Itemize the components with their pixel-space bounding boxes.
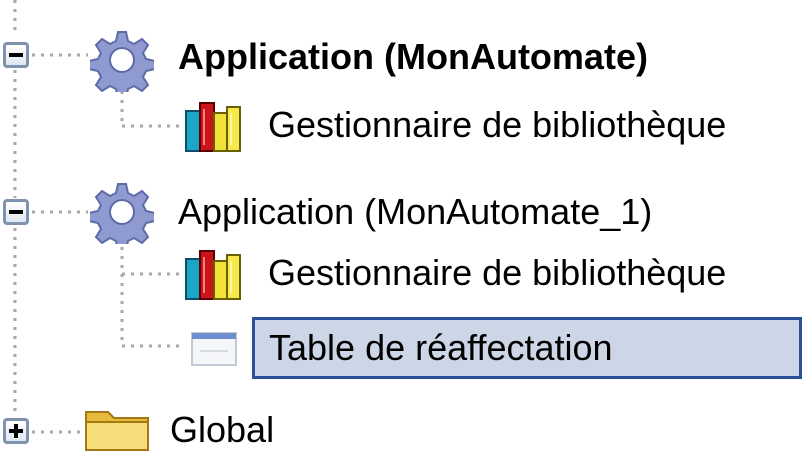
tree-node-library-manager[interactable]: Gestionnaire de bibliothèque: [0, 95, 760, 155]
collapse-button[interactable]: [3, 42, 29, 68]
collapse-button[interactable]: [3, 199, 29, 225]
tree-node-remap-table[interactable]: Table de réaffectation: [0, 315, 802, 379]
gear-icon: [88, 28, 156, 99]
tree-node-global[interactable]: Global: [0, 400, 400, 460]
folder-icon: [82, 402, 154, 459]
tree-node-label: Application (MonAutomate): [178, 36, 648, 77]
expand-button[interactable]: [3, 418, 29, 444]
tree-node-application-monautomate-1[interactable]: Application (MonAutomate_1): [0, 182, 700, 251]
tree-node-label: Table de réaffectation: [252, 317, 802, 379]
project-tree: Application (MonAutomate) Gestionnaire d…: [0, 0, 802, 455]
tree-node-library-manager[interactable]: Gestionnaire de bibliothèque: [0, 245, 760, 305]
tree-node-label: Application (MonAutomate_1): [178, 191, 653, 232]
tree-node-application-monautomate[interactable]: Application (MonAutomate): [0, 25, 700, 99]
tree-node-label: Global: [170, 409, 275, 450]
library-books-icon: [182, 245, 246, 310]
gear-icon: [88, 180, 156, 251]
table-icon: [190, 329, 240, 374]
tree-node-label: Gestionnaire de bibliothèque: [268, 104, 727, 145]
library-books-icon: [182, 97, 246, 162]
tree-node-label: Gestionnaire de bibliothèque: [268, 252, 727, 293]
